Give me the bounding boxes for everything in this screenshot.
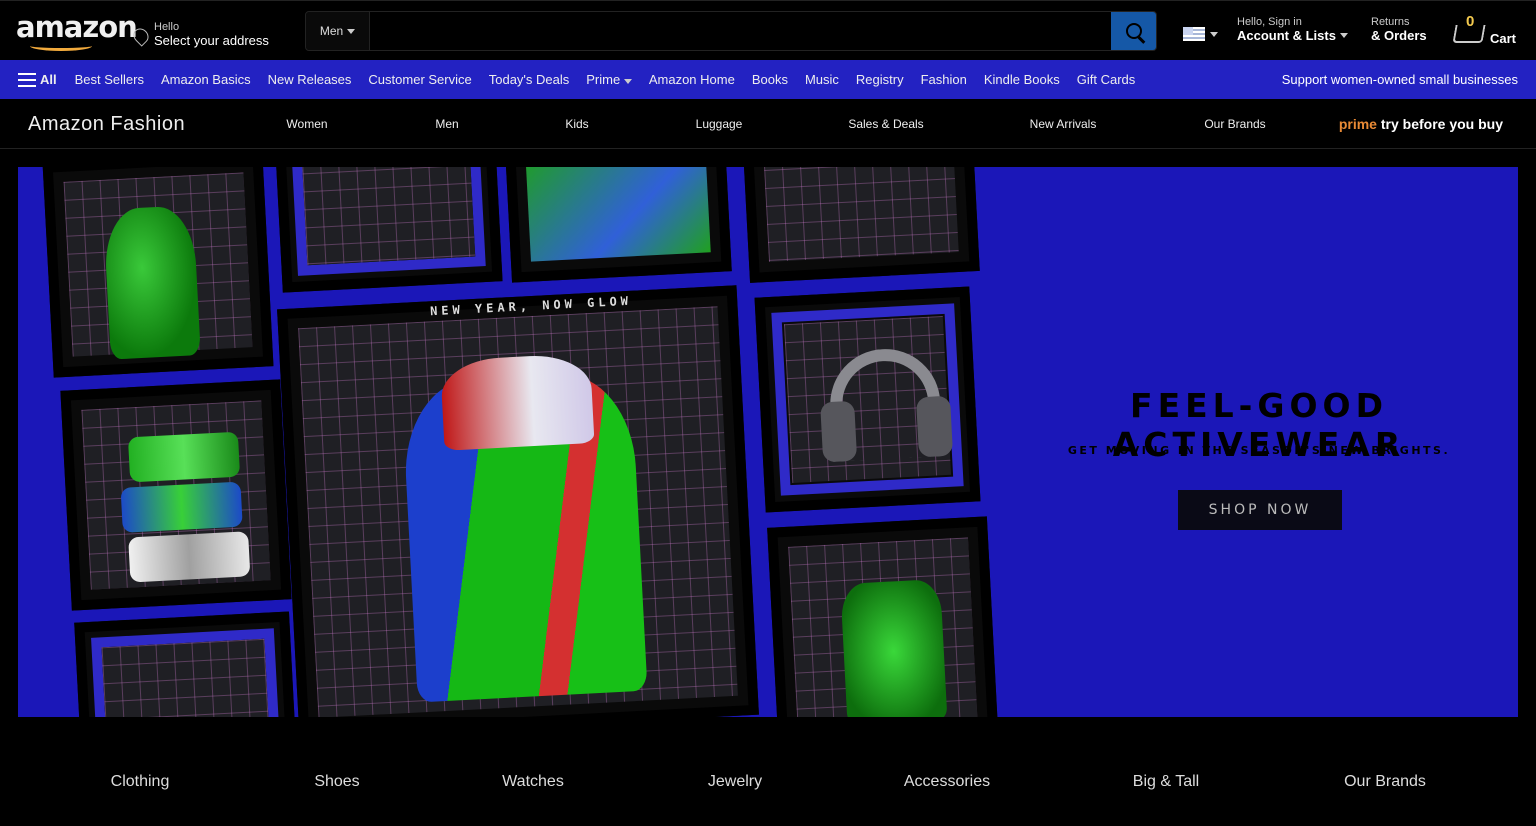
us-flag-icon <box>1183 27 1205 41</box>
deliver-greeting: Hello <box>154 21 180 33</box>
chevron-down-icon <box>623 79 632 84</box>
fashion-link-women[interactable]: Women <box>286 117 327 131</box>
category-our-brands[interactable]: Our Brands <box>1344 773 1426 791</box>
subnav-fashion[interactable]: Fashion <box>921 72 967 87</box>
cart-button[interactable]: 0 Cart <box>1450 13 1520 49</box>
tile-jacket-detail <box>504 167 732 283</box>
deliver-address: Select your address <box>154 33 269 48</box>
secondary-nav: All Best Sellers Amazon Basics New Relea… <box>0 60 1536 99</box>
language-selector[interactable] <box>1183 27 1218 41</box>
top-header: amazon Hello Select your address Men Hel… <box>0 0 1536 60</box>
subnav-todays-deals[interactable]: Today's Deals <box>489 72 570 87</box>
category-clothing[interactable]: Clothing <box>111 773 170 791</box>
subnav-all[interactable]: All <box>40 72 57 87</box>
category-strip: Clothing Shoes Watches Jewelry Accessori… <box>0 717 1536 826</box>
chevron-down-icon <box>1339 33 1348 38</box>
subnav-prime[interactable]: Prime <box>586 72 632 87</box>
tile-puffer-vest <box>277 285 759 717</box>
hamburger-menu-icon[interactable] <box>18 72 36 87</box>
puffer-vest-image <box>401 353 648 703</box>
prime-word: prime <box>1338 116 1377 132</box>
location-pin-icon <box>130 25 152 47</box>
amazon-logo[interactable]: amazon <box>16 10 138 51</box>
fashion-title[interactable]: Amazon Fashion <box>28 113 185 136</box>
product-collage: NEW YEAR, NOW GLOW <box>18 167 1008 717</box>
hoodie-image <box>103 205 201 360</box>
subnav-kindle-books[interactable]: Kindle Books <box>984 72 1060 87</box>
hero-banner[interactable]: NEW YEAR, NOW GLOW FEEL-GOOD ACTIVEWEAR … <box>18 167 1518 717</box>
subnav-best-sellers[interactable]: Best Sellers <box>75 72 144 87</box>
tile-headphones <box>754 286 981 513</box>
fashion-nav: Amazon Fashion Women Men Kids Luggage Sa… <box>0 100 1536 149</box>
chevron-down-icon <box>1210 31 1218 37</box>
subnav-books[interactable]: Books <box>752 72 788 87</box>
search-input[interactable] <box>370 12 1111 50</box>
logo-text: amazon <box>16 10 138 44</box>
search-button[interactable] <box>1111 12 1156 50</box>
search-category-label: Men <box>319 24 344 38</box>
subnav-gift-cards[interactable]: Gift Cards <box>1077 72 1136 87</box>
returns-orders[interactable]: Returns & Orders <box>1371 16 1427 43</box>
deliver-to[interactable]: Hello Select your address <box>130 16 269 48</box>
tile-sneakers <box>273 167 503 293</box>
category-big-tall[interactable]: Big & Tall <box>1133 773 1199 791</box>
fashion-link-our-brands[interactable]: Our Brands <box>1204 117 1265 131</box>
folded-shirt-green <box>127 431 241 483</box>
vest-image <box>840 578 948 717</box>
tile-folded-stack-top <box>742 167 980 283</box>
fashion-link-luggage[interactable]: Luggage <box>696 117 743 131</box>
shop-now-button[interactable]: SHOP NOW <box>1178 490 1342 530</box>
subnav-customer-service[interactable]: Customer Service <box>368 72 471 87</box>
fashion-link-kids[interactable]: Kids <box>565 117 588 131</box>
prime-try-before-you-buy[interactable]: prime try before you buy <box>1339 116 1503 132</box>
search-category-select[interactable]: Men <box>306 12 370 50</box>
category-shoes[interactable]: Shoes <box>314 773 359 791</box>
search-bar: Men <box>305 11 1157 51</box>
category-accessories[interactable]: Accessories <box>904 773 990 791</box>
tile-folded-stack <box>60 379 292 611</box>
tile-hoodie <box>42 167 274 378</box>
subnav-prime-label: Prime <box>586 72 621 87</box>
subnav-registry[interactable]: Registry <box>856 72 904 87</box>
category-jewelry[interactable]: Jewelry <box>708 773 762 791</box>
category-watches[interactable]: Watches <box>502 773 564 791</box>
folded-shirt-white <box>128 531 251 583</box>
fashion-link-men[interactable]: Men <box>435 117 458 131</box>
chevron-down-icon <box>347 28 356 34</box>
returns-label: Returns <box>1371 16 1410 28</box>
logo-smile-icon <box>30 41 92 51</box>
cart-label: Cart <box>1490 31 1517 46</box>
fashion-link-new-arrivals[interactable]: New Arrivals <box>1030 117 1097 131</box>
orders-label: & Orders <box>1371 28 1427 43</box>
tile-water-bottle <box>74 611 297 717</box>
account-greeting: Hello, Sign in <box>1237 16 1302 28</box>
account-menu[interactable]: Hello, Sign in Account & Lists <box>1237 16 1348 43</box>
cart-count: 0 <box>1466 13 1475 30</box>
subnav-new-releases[interactable]: New Releases <box>268 72 352 87</box>
prime-tagline: try before you buy <box>1380 116 1503 132</box>
subnav-amazon-basics[interactable]: Amazon Basics <box>161 72 251 87</box>
account-lists-label: Account & Lists <box>1237 28 1336 43</box>
hero-copy: FEEL-GOOD ACTIVEWEAR GET MOVING IN THE S… <box>1018 167 1518 717</box>
search-icon <box>1125 23 1142 39</box>
subnav-promo-link[interactable]: Support women-owned small businesses <box>1282 72 1518 87</box>
folded-shirt-blue <box>120 481 243 533</box>
fashion-link-sales-deals[interactable]: Sales & Deals <box>848 117 923 131</box>
hero-subtitle: GET MOVING IN THE SEASON'S NEW BRIGHTS. <box>1067 444 1451 457</box>
subnav-amazon-home[interactable]: Amazon Home <box>649 72 735 87</box>
tile-small-vest <box>767 516 999 717</box>
subnav-music[interactable]: Music <box>805 72 839 87</box>
